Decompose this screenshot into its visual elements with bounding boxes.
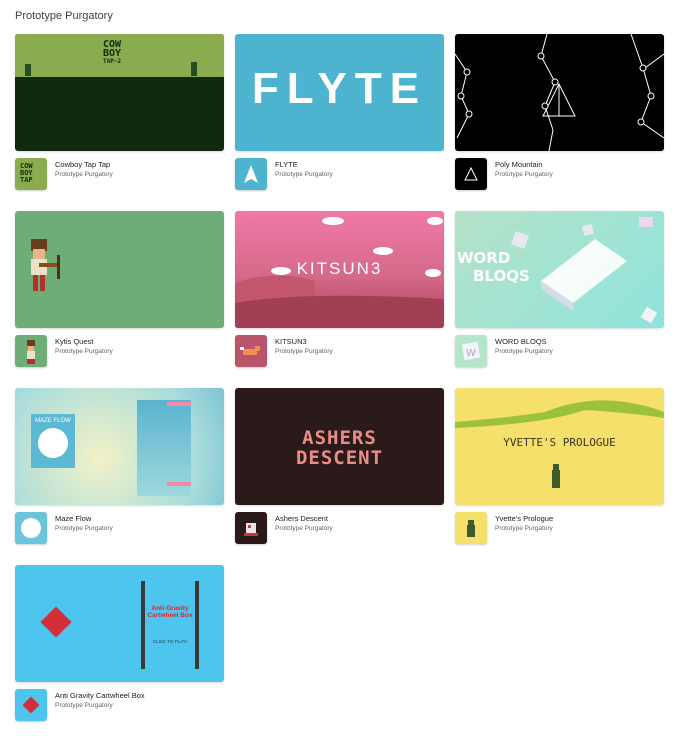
archer-sprite xyxy=(31,239,60,291)
game-banner[interactable]: WORD BLOQS xyxy=(455,211,664,328)
page-title: Prototype Purgatory xyxy=(15,10,113,22)
red-diamond-icon[interactable] xyxy=(15,689,47,721)
game-title[interactable]: Cowboy Tap Tap xyxy=(55,160,110,169)
developer-name[interactable]: Prototype Purgatory xyxy=(55,702,113,709)
archer-icon[interactable] xyxy=(15,335,47,367)
game-card-kytis-quest[interactable]: Kytis Quest Prototype Purgatory xyxy=(15,211,224,367)
game-title[interactable]: KITSUN3 xyxy=(275,337,307,346)
game-banner[interactable] xyxy=(15,211,224,328)
game-banner[interactable]: ASHERS DESCENT xyxy=(235,388,444,505)
game-card-anti-gravity-cartwheel-box[interactable]: Anti-Gravity Cartwheel Box CLICK TO PLAY… xyxy=(15,565,224,721)
developer-name[interactable]: Prototype Purgatory xyxy=(275,525,333,532)
creature-icon[interactable] xyxy=(235,512,267,544)
game-banner[interactable]: MAZE FLOW xyxy=(15,388,224,505)
game-title[interactable]: Yvette's Prologue xyxy=(495,514,553,523)
smiley-face-icon[interactable] xyxy=(15,512,47,544)
wanderer-icon[interactable] xyxy=(455,512,487,544)
game-title[interactable]: Maze Flow xyxy=(55,514,91,523)
game-card-maze-flow[interactable]: MAZE FLOW Maze Flow Prototype Purgatory xyxy=(15,388,224,544)
fox-icon[interactable] xyxy=(235,335,267,367)
cowboy-left-sprite xyxy=(25,64,31,76)
game-card-flyte[interactable]: FLYTE FLYTE Prototype Purgatory xyxy=(235,34,444,190)
game-banner[interactable]: FLYTE xyxy=(235,34,444,151)
game-banner[interactable]: COW BOY TAP-2 xyxy=(15,34,224,151)
developer-name[interactable]: Prototype Purgatory xyxy=(55,348,113,355)
game-card-poly-mountain[interactable]: Poly Mountain Prototype Purgatory xyxy=(455,34,664,190)
developer-name[interactable]: Prototype Purgatory xyxy=(495,348,553,355)
game-title[interactable]: Kytis Quest xyxy=(55,337,93,346)
game-logo-text: ASHERS DESCENT xyxy=(295,427,384,469)
game-card-cowboy-tap-tap[interactable]: COW BOY TAP-2 COW BOY TAP Cowboy Tap Tap P… xyxy=(15,34,224,190)
game-title[interactable]: Ashers Descent xyxy=(275,514,328,523)
smiley-art xyxy=(38,428,68,458)
game-banner[interactable]: YVETTE'S PROLOGUE xyxy=(455,388,664,505)
game-banner[interactable]: Anti-Gravity Cartwheel Box CLICK TO PLAY… xyxy=(15,565,224,682)
letter-block-icon[interactable]: W xyxy=(455,335,487,367)
svg-text:W: W xyxy=(466,348,476,359)
game-title[interactable]: Poly Mountain xyxy=(495,160,543,169)
game-title[interactable]: WORD BLOQS xyxy=(495,337,547,346)
developer-name[interactable]: Prototype Purgatory xyxy=(275,171,333,178)
game-banner[interactable] xyxy=(455,34,664,151)
developer-name[interactable]: Prototype Purgatory xyxy=(495,171,553,178)
game-logo-text: YVETTE'S PROLOGUE xyxy=(503,436,616,449)
phone-preview xyxy=(137,400,191,496)
game-logo-text: KITSUN3 xyxy=(296,259,383,278)
game-card-ashers-descent[interactable]: ASHERS DESCENT Ashers Descent Prototype … xyxy=(235,388,444,544)
phone-preview: Anti-Gravity Cartwheel Box CLICK TO PLAY… xyxy=(141,581,199,669)
cowboy-right-sprite xyxy=(191,62,197,76)
game-logo-text: MAZE FLOW xyxy=(35,418,71,424)
developer-name[interactable]: Prototype Purgatory xyxy=(55,171,113,178)
paper-plane-icon[interactable] xyxy=(235,158,267,190)
game-logo-text: WORD BLOQS xyxy=(457,249,530,285)
developer-name[interactable]: Prototype Purgatory xyxy=(275,348,333,355)
cowboy-icon[interactable]: COW BOY TAP xyxy=(15,158,47,190)
game-card-kitsun3[interactable]: KITSUN3 KITSUN3 Prototype Purgatory xyxy=(235,211,444,367)
game-banner[interactable]: KITSUN3 xyxy=(235,211,444,328)
game-logo-text: FLYTE xyxy=(251,64,428,113)
game-title[interactable]: Anti Gravity Cartwheel Box xyxy=(55,691,145,700)
developer-name[interactable]: Prototype Purgatory xyxy=(495,525,553,532)
game-card-yvettes-prologue[interactable]: YVETTE'S PROLOGUE Yvette's Prologue Prot… xyxy=(455,388,664,544)
poly-lines-art xyxy=(455,34,664,151)
triangle-icon[interactable] xyxy=(455,158,487,190)
game-card-word-bloqs[interactable]: WORD BLOQS W WORD BLOQS Prototype Purgat… xyxy=(455,211,664,367)
game-title[interactable]: FLYTE xyxy=(275,160,298,169)
game-logo-text: Anti-Gravity Cartwheel Box xyxy=(147,605,193,619)
developer-name[interactable]: Prototype Purgatory xyxy=(55,525,113,532)
game-logo-text: COW BOY TAP-2 xyxy=(103,39,122,66)
